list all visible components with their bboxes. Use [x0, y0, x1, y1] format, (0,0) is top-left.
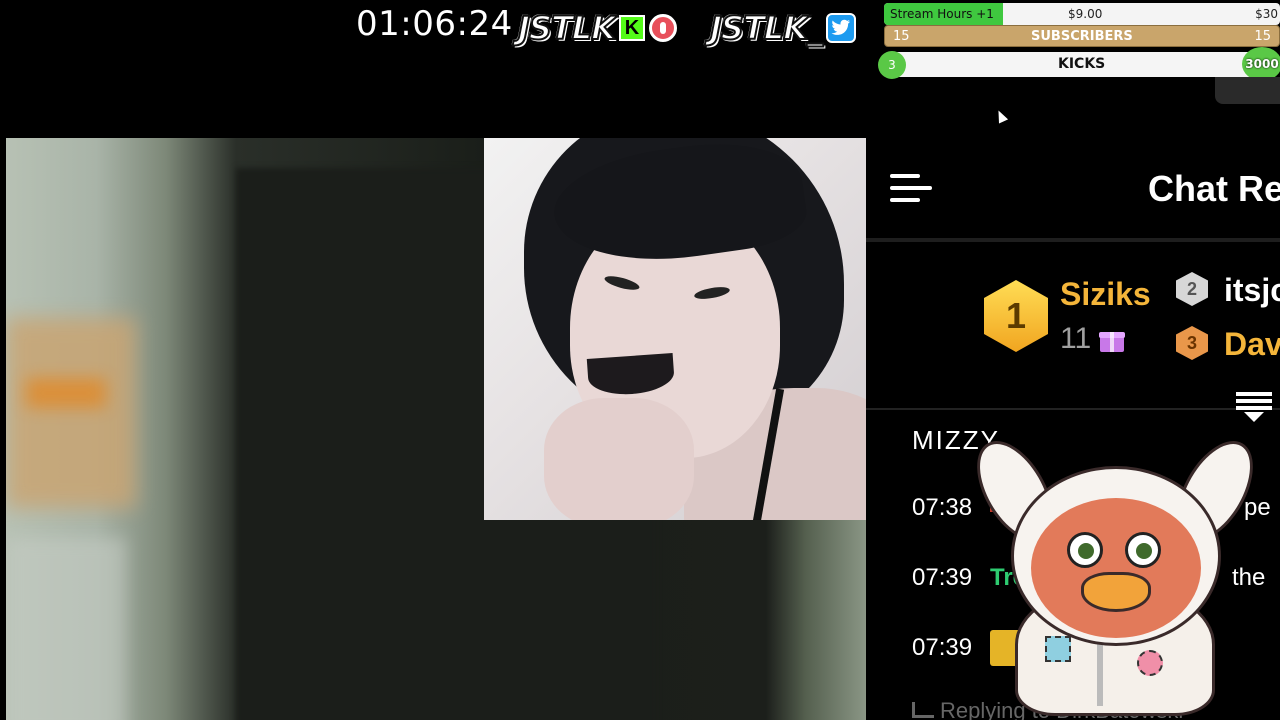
leaderboard-divider: [866, 408, 1280, 410]
rank-3-badge: 3: [1176, 326, 1208, 360]
chat-divider: [866, 238, 1280, 242]
rank-1-badge: 1: [984, 280, 1048, 352]
chat-message-time: 07:39: [912, 634, 973, 661]
mascot-eye-right: [1125, 532, 1161, 568]
stream-hours-label: Stream Hours +1: [890, 7, 994, 21]
featured-photo: [484, 138, 866, 520]
mascot-eye-left: [1067, 532, 1103, 568]
chat-message-time: 07:38: [912, 494, 973, 521]
photo-hand: [544, 398, 694, 520]
leaderboard-name-3[interactable]: Dav: [1224, 326, 1280, 363]
mouse-cursor-icon: [993, 108, 1009, 124]
stream-hours-current: $9.00: [1068, 7, 1103, 21]
subscribers-goal: 15 SUBSCRIBERS 15: [884, 25, 1280, 47]
rank-2-badge: 2: [1176, 272, 1208, 306]
webcam-blur-label: [26, 378, 106, 408]
twitter-brand-text: JSTLK_: [709, 8, 824, 48]
webcam-blur-object: [6, 318, 136, 508]
kick-logo-icon: K: [618, 15, 645, 41]
twitter-icon: [825, 13, 856, 43]
rank-1-number: 1: [984, 280, 1048, 352]
mascot-beak: [1081, 572, 1151, 612]
chat-title: Chat Re: [1148, 168, 1280, 209]
subscribers-target: 15: [1254, 29, 1271, 44]
stream-timer: 01:06:24: [356, 4, 513, 44]
mascot-patch-round: [1137, 650, 1163, 676]
webcam-blur-strip: [6, 538, 126, 720]
mascot-overlay: [961, 428, 1269, 716]
mascot-patch-square: [1045, 636, 1071, 662]
chat-message-time: 07:39: [912, 564, 973, 591]
subscribers-current: 15: [893, 29, 910, 44]
kicks-target: 3000: [1242, 47, 1280, 81]
leaderboard-count-1: 11: [1060, 322, 1092, 355]
overlay-tab: [1215, 77, 1280, 104]
gift-icon: [1099, 328, 1125, 352]
leaderboard-name-2[interactable]: itsjc: [1224, 272, 1280, 309]
reply-icon: [912, 702, 934, 718]
subscribers-label: SUBSCRIBERS: [1031, 29, 1133, 44]
record-icon: [648, 14, 677, 42]
scroll-down-icon[interactable]: [1236, 392, 1272, 426]
twitter-brand: JSTLK_: [709, 8, 856, 48]
hamburger-menu-icon[interactable]: [890, 172, 932, 206]
kicks-current: 3: [878, 51, 906, 79]
mascot-face: [1031, 498, 1201, 638]
kicks-label: KICKS: [1058, 56, 1106, 72]
kick-brand: JSTLK K: [517, 8, 677, 48]
stream-hours-goal: Stream Hours +1 $9.00 $30: [884, 3, 1280, 25]
kick-brand-text: JSTLK: [517, 8, 617, 48]
kicks-goal: 3 KICKS 3000: [878, 47, 1280, 81]
leaderboard-name-1[interactable]: Siziks: [1060, 276, 1151, 313]
stream-hours-target: $30: [1255, 7, 1278, 21]
